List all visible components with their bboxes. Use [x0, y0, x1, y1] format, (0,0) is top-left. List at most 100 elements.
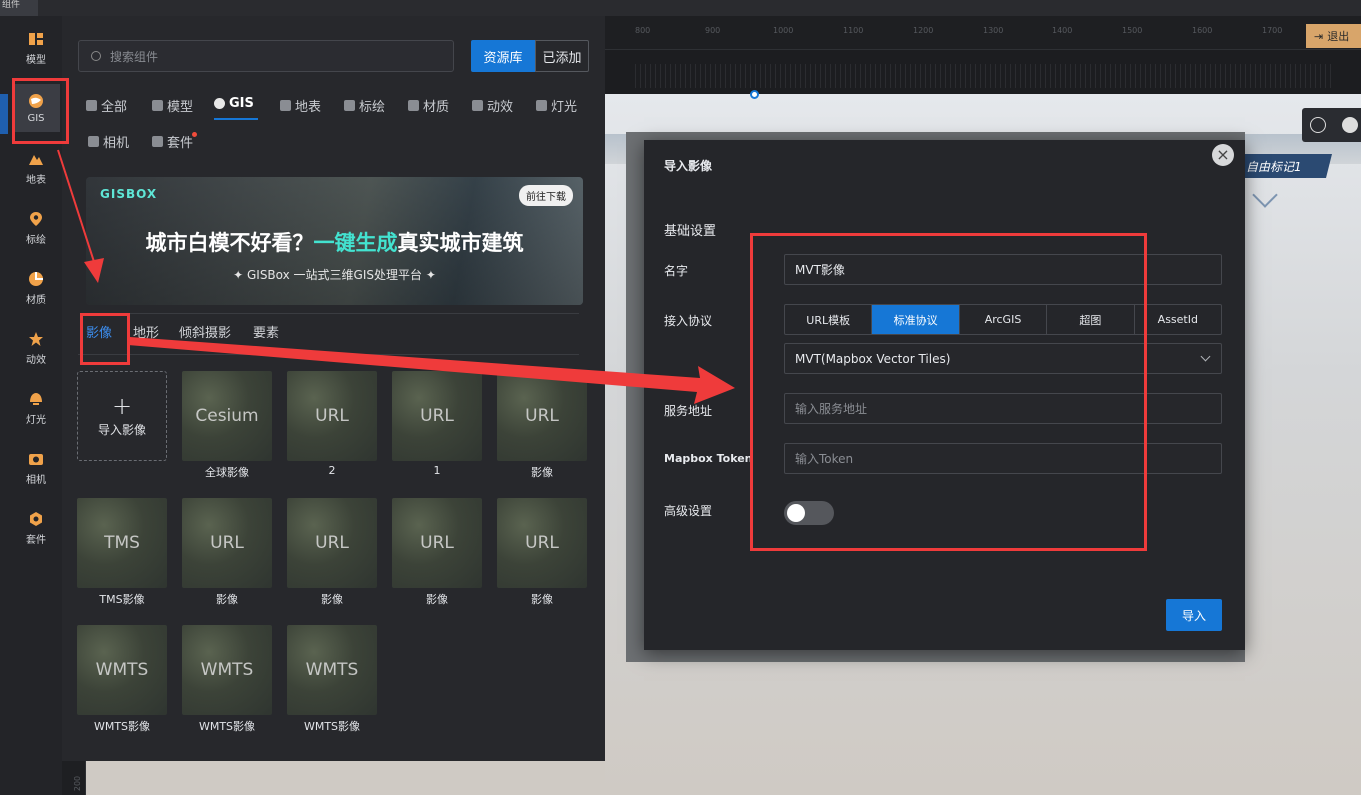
- protocol-assetid[interactable]: AssetId: [1135, 305, 1221, 334]
- ruler-tick: 1300: [983, 26, 1004, 35]
- imagery-tile[interactable]: URL: [392, 371, 482, 461]
- divider: [86, 313, 579, 314]
- exit-label: 退出: [1327, 30, 1350, 43]
- rail-item-camera[interactable]: 相机: [12, 444, 60, 492]
- tile-caption: 影像: [216, 593, 238, 606]
- tile-thumb-label: TMS: [104, 533, 140, 553]
- new-badge-dot: [192, 132, 197, 137]
- annotation-box-form: [750, 233, 1147, 551]
- subtab-oblique[interactable]: 倾斜摄影: [179, 322, 231, 341]
- category-plot[interactable]: 标绘: [344, 96, 385, 115]
- pin-icon: [30, 211, 42, 226]
- globe-view-icon[interactable]: [1310, 117, 1326, 133]
- rail-item-model[interactable]: 模型: [12, 24, 60, 72]
- promo-banner[interactable]: GISBOX 前往下载 城市白模不好看？一键生成真实城市建筑 ✦ GISBox …: [86, 177, 583, 305]
- category-model[interactable]: 模型: [152, 96, 193, 115]
- category-kit[interactable]: 套件: [152, 132, 193, 151]
- headline-post: 真实城市建筑: [397, 231, 524, 255]
- imagery-tile[interactable]: URL: [497, 371, 587, 461]
- category-label: GIS: [229, 96, 254, 111]
- imagery-tile[interactable]: Cesium: [182, 371, 272, 461]
- import-imagery-label: 导入影像: [97, 422, 146, 437]
- rail-item-effect[interactable]: 动效: [12, 324, 60, 372]
- tile-thumb-label: URL: [315, 533, 349, 553]
- material-icon: [408, 100, 419, 111]
- subtab-features[interactable]: 要素: [253, 322, 279, 341]
- imagery-tile[interactable]: WMTS: [77, 625, 167, 715]
- rail-item-light[interactable]: 灯光: [12, 384, 60, 432]
- ruler-tick: 800: [635, 26, 651, 35]
- rail-item-material[interactable]: 材质: [12, 264, 60, 312]
- exit-button[interactable]: ⇥ 退出: [1306, 24, 1361, 48]
- category-label: 材质: [423, 100, 450, 115]
- category-camera[interactable]: 相机: [88, 132, 129, 151]
- rail-item-label: 模型: [26, 54, 46, 66]
- rail-item-kit[interactable]: 套件: [12, 504, 60, 552]
- rail-item-label: 套件: [26, 534, 46, 546]
- category-label: 地表: [295, 100, 322, 115]
- import-button[interactable]: 导入: [1166, 599, 1222, 631]
- chevron-down-icon: [1200, 351, 1211, 362]
- banner-download-button[interactable]: 前往下载: [519, 185, 573, 206]
- rail-item-label: 灯光: [26, 414, 46, 426]
- imagery-tile[interactable]: URL: [287, 371, 377, 461]
- ruler-tick: 1400: [1052, 26, 1073, 35]
- subtab-terrain[interactable]: 地形: [133, 322, 159, 341]
- imagery-tile[interactable]: WMTS: [182, 625, 272, 715]
- category-light[interactable]: 灯光: [536, 96, 577, 115]
- resource-library-button[interactable]: 资源库: [471, 40, 535, 72]
- tile-caption: WMTS影像: [93, 720, 151, 733]
- rail-item-label: 相机: [26, 474, 46, 486]
- kit-icon: [30, 511, 42, 526]
- kit-icon: [152, 136, 163, 147]
- category-label: 标绘: [359, 100, 386, 115]
- category-label: 灯光: [551, 100, 578, 115]
- protocol-label: 接入协议: [664, 314, 713, 328]
- tile-caption: 2: [328, 464, 336, 477]
- tile-caption: 1: [433, 464, 441, 477]
- tile-thumb-label: URL: [420, 533, 454, 553]
- ruler-tick: 900: [705, 26, 721, 35]
- added-button[interactable]: 已添加: [535, 40, 589, 72]
- imagery-tile[interactable]: URL: [287, 498, 377, 588]
- model-icon: [152, 100, 163, 111]
- selection-handle[interactable]: [750, 90, 759, 99]
- search-input[interactable]: 搜索组件: [78, 40, 454, 72]
- view-toolbar: [1302, 108, 1361, 142]
- imagery-tile[interactable]: URL: [182, 498, 272, 588]
- imagery-tile[interactable]: TMS: [77, 498, 167, 588]
- close-icon[interactable]: ×: [1212, 144, 1234, 166]
- free-marker-label[interactable]: 自由标记1: [1232, 154, 1332, 178]
- rail-item-label: 标绘: [26, 234, 46, 246]
- rail-active-edge: [0, 94, 8, 134]
- ruler-tick: 1600: [1192, 26, 1213, 35]
- imagery-tile[interactable]: WMTS: [287, 625, 377, 715]
- category-terrain[interactable]: 地表: [280, 96, 321, 115]
- category-effect[interactable]: 动效: [472, 96, 513, 115]
- vertical-ruler-label: 200: [73, 775, 83, 792]
- ruler-tick: 1200: [913, 26, 934, 35]
- plus-icon: +: [111, 391, 133, 420]
- imagery-tile[interactable]: URL: [392, 498, 482, 588]
- rail-item-terrain[interactable]: 地表: [12, 144, 60, 192]
- ruler-tick: 1100: [843, 26, 864, 35]
- ruler-tick: 1000: [773, 26, 794, 35]
- mapbox-token-label: Mapbox Token: [664, 452, 753, 465]
- material-icon: [29, 271, 43, 286]
- rail-item-plot[interactable]: 标绘: [12, 204, 60, 252]
- category-all[interactable]: 全部: [86, 96, 127, 115]
- scene-floor: [86, 761, 605, 795]
- tile-thumb-label: URL: [210, 533, 244, 553]
- banner-subtitle: ✦ GISBox 一站式三维GIS处理平台 ✦: [233, 268, 436, 282]
- import-imagery-card[interactable]: + 导入影像: [77, 371, 167, 461]
- tile-caption: WMTS影像: [198, 720, 256, 733]
- globe-icon: [214, 98, 225, 109]
- headline-pre: 城市白模不好看？: [145, 231, 314, 255]
- category-gis[interactable]: GIS: [214, 96, 254, 111]
- category-material[interactable]: 材质: [408, 96, 449, 115]
- view-toggle-icon[interactable]: [1342, 117, 1358, 133]
- imagery-tile[interactable]: URL: [497, 498, 587, 588]
- top-tab[interactable]: 组件: [0, 0, 38, 16]
- resource-panel: 搜索组件 资源库 已添加 全部 模型 GIS 地表 标绘 材质 动效 灯光 相机…: [62, 16, 605, 761]
- terrain-icon: [29, 154, 43, 165]
